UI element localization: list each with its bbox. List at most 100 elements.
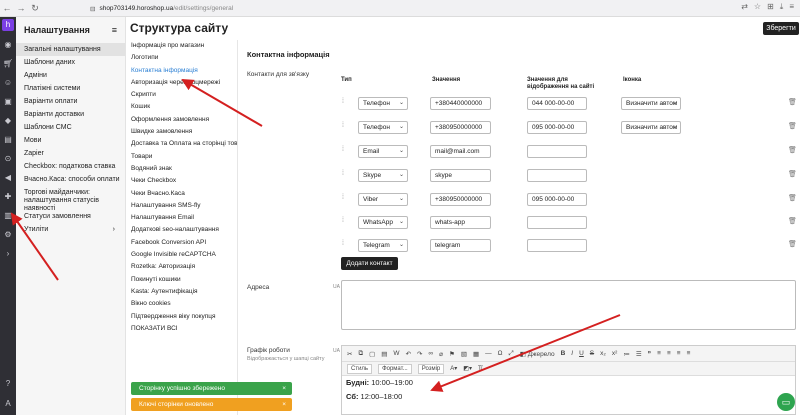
contact-value-input[interactable]: +380950000000: [430, 193, 491, 206]
undo-icon[interactable]: ↶: [406, 350, 411, 358]
strike-icon[interactable]: S: [590, 350, 594, 357]
trash-icon[interactable]: 🗑︎: [788, 170, 797, 178]
contact-type-select[interactable]: Telegram ⌄: [358, 239, 408, 252]
menu-item[interactable]: Налаштування SMS-fly: [126, 200, 237, 212]
settings-gear-icon[interactable]: ⚙: [3, 230, 13, 240]
contact-site-value-input[interactable]: [527, 239, 587, 252]
save-button[interactable]: Зберегти: [763, 22, 799, 35]
address-bar[interactable]: ⊟ shop703149.horoshop.ua/edit/settings/g…: [90, 2, 690, 15]
translate-icon[interactable]: ⇄: [741, 2, 748, 12]
cart-icon[interactable]: 🛒︎: [3, 59, 13, 69]
menu-item[interactable]: Покинуті кошики: [126, 274, 237, 286]
users-icon[interactable]: ☺: [3, 78, 13, 88]
menu-item[interactable]: Товари: [126, 151, 237, 163]
add-contact-button[interactable]: Додати контакт: [341, 257, 398, 270]
menu-item[interactable]: Оформлення замовлення: [126, 114, 237, 126]
contact-type-select[interactable]: Viber ⌄: [358, 193, 408, 206]
drag-handle-icon[interactable]: ⁞: [342, 194, 344, 201]
trash-icon[interactable]: 🗑︎: [788, 98, 797, 106]
sidebar-item-order-statuses[interactable]: Статуси замовлення: [16, 210, 125, 223]
menu-item[interactable]: Налаштування Email: [126, 212, 237, 224]
text-color-icon[interactable]: A▾: [450, 365, 457, 372]
chat-icon[interactable]: ▭: [777, 393, 795, 411]
contact-value-input[interactable]: whats-app: [430, 216, 491, 229]
schedule-editor[interactable]: ✂ ⧉ ▢ ▤ W ↶ ↷ ∞ ⌀ ⚑ ▧ ▦ ― Ω ⤢ ◧ Джерело …: [341, 345, 796, 415]
download-icon[interactable]: ⤓: [780, 2, 784, 12]
contact-type-select[interactable]: Телефон ⌄: [358, 121, 408, 134]
contact-value-input[interactable]: mail@mail.com: [430, 145, 491, 158]
anchor-icon[interactable]: ⚑: [449, 350, 455, 358]
paste-text-icon[interactable]: ▤: [381, 350, 387, 358]
close-icon[interactable]: ×: [282, 398, 286, 411]
size-dropdown[interactable]: Розмір: [417, 363, 445, 374]
trash-icon[interactable]: 🗑︎: [788, 240, 797, 248]
align-right-icon[interactable]: ≡: [677, 350, 681, 357]
stats-icon[interactable]: ▥: [3, 211, 13, 221]
clear-format-icon[interactable]: T̸: [478, 366, 482, 372]
contact-site-value-input[interactable]: [527, 216, 587, 229]
unlink-icon[interactable]: ⌀: [439, 350, 443, 358]
menu-item[interactable]: Контактна інформація: [126, 65, 237, 77]
trash-icon[interactable]: 🗑︎: [788, 217, 797, 225]
account-icon[interactable]: A: [3, 399, 13, 409]
menu-item[interactable]: Швидке замовлення: [126, 126, 237, 138]
paste-word-icon[interactable]: W: [393, 350, 399, 357]
contact-value-input[interactable]: +380440000000: [430, 97, 491, 110]
bg-color-icon[interactable]: ◩▾: [463, 365, 472, 372]
bookmark-star-icon[interactable]: ☆: [754, 2, 761, 12]
style-dropdown[interactable]: Стиль: [347, 363, 373, 374]
redo-icon[interactable]: ↷: [417, 350, 422, 358]
reload-icon[interactable]: ↻: [28, 1, 42, 15]
menu-item[interactable]: Чеки Checkbox: [126, 175, 237, 187]
back-icon[interactable]: ←: [0, 1, 14, 15]
trash-icon[interactable]: 🗑︎: [788, 146, 797, 154]
sidebar-item-general[interactable]: Загальні налаштування: [16, 43, 125, 56]
marketing-icon[interactable]: ⊙: [3, 154, 13, 164]
hamburger-icon[interactable]: ≡: [112, 25, 117, 35]
extensions-icon[interactable]: ⊞: [767, 2, 774, 12]
justify-icon[interactable]: ≡: [687, 350, 691, 357]
drag-handle-icon[interactable]: ⁞: [342, 146, 344, 153]
contact-type-select[interactable]: WhatsApp ⌄: [358, 216, 408, 229]
contact-icon-select[interactable]: Визначити автом ⌄: [621, 121, 681, 134]
table-icon[interactable]: ▦: [473, 350, 479, 358]
menu-item[interactable]: Інформація про магазин: [126, 40, 237, 52]
menu-item[interactable]: Rozetka: Авторизація: [126, 261, 237, 273]
trash-icon[interactable]: 🗑︎: [788, 122, 797, 130]
image-icon[interactable]: ▧: [461, 350, 467, 358]
close-icon[interactable]: ×: [282, 382, 286, 395]
horoshop-logo-icon[interactable]: h: [2, 19, 14, 31]
menu-icon[interactable]: ≡: [789, 2, 794, 12]
drag-handle-icon[interactable]: ⁞: [342, 98, 344, 105]
menu-item[interactable]: Доставка та Оплата на сторінці товару: [126, 138, 237, 150]
drag-handle-icon[interactable]: ⁞: [342, 170, 344, 177]
source-button[interactable]: ◧ Джерело: [520, 350, 555, 358]
menu-item[interactable]: Додаткові seo-налаштування: [126, 224, 237, 236]
special-char-icon[interactable]: Ω: [498, 350, 503, 357]
sidebar-item-payment-options[interactable]: Варіанти оплати: [16, 95, 125, 108]
pages-icon[interactable]: ▤: [3, 135, 13, 145]
contact-value-input[interactable]: skype: [430, 169, 491, 182]
sidebar-item-languages[interactable]: Мови: [16, 134, 125, 147]
drag-handle-icon[interactable]: ⁞: [342, 217, 344, 224]
menu-item[interactable]: Авторизація через соцмережі: [126, 77, 237, 89]
menu-item[interactable]: Кошик: [126, 101, 237, 113]
contact-type-select[interactable]: Телефон ⌄: [358, 97, 408, 110]
sidebar-item-payment-systems[interactable]: Платіжні системи: [16, 82, 125, 95]
megaphone-icon[interactable]: ◀: [3, 173, 13, 183]
dashboard-icon[interactable]: ◉: [3, 40, 13, 50]
copy-icon[interactable]: ⧉: [358, 350, 363, 358]
bold-icon[interactable]: B: [561, 350, 566, 357]
paste-icon[interactable]: ▢: [369, 350, 375, 358]
page-info-icon[interactable]: ⊟: [90, 5, 95, 13]
address-textarea[interactable]: [341, 280, 796, 330]
drag-handle-icon[interactable]: ⁞: [342, 122, 344, 129]
format-dropdown[interactable]: Формат...: [378, 363, 412, 374]
align-center-icon[interactable]: ≡: [667, 350, 671, 357]
contact-value-input[interactable]: telegram: [430, 239, 491, 252]
sidebar-item-data-templates[interactable]: Шаблони даних: [16, 56, 125, 69]
align-left-icon[interactable]: ≡: [657, 350, 661, 357]
sidebar-item-utilities[interactable]: Утиліти ›: [16, 223, 125, 236]
sidebar-item-vchasno-payments[interactable]: Вчасно.Каса: способи оплати: [16, 173, 125, 186]
puzzle-icon[interactable]: ✚: [3, 192, 13, 202]
